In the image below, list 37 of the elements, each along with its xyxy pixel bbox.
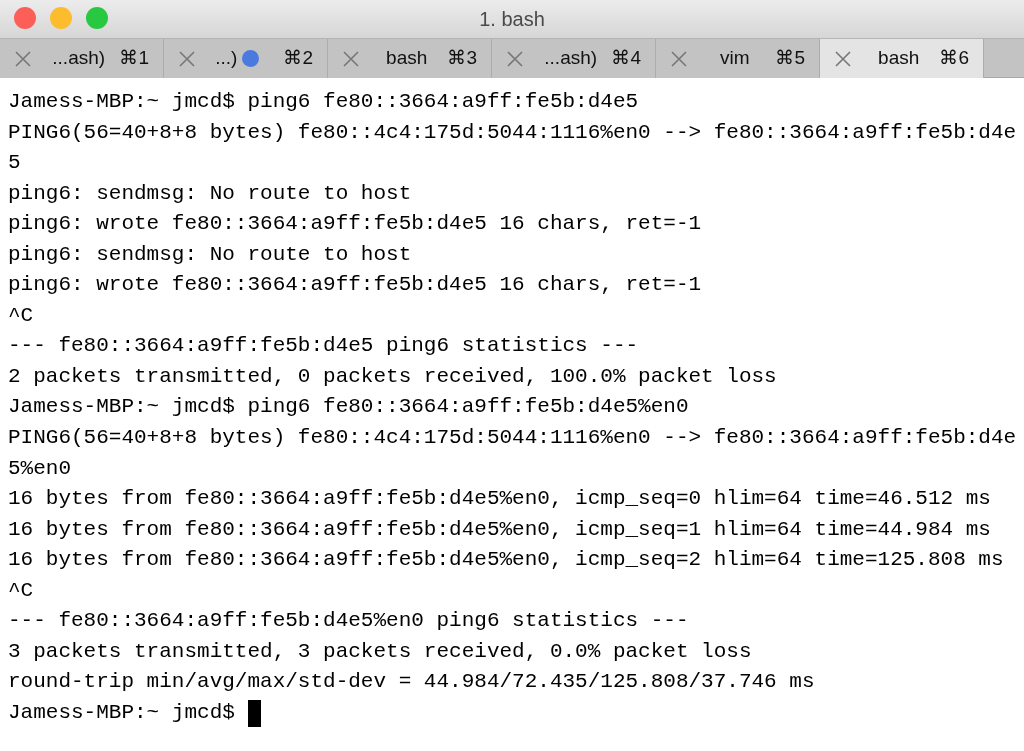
terminal-line: ^C bbox=[8, 577, 34, 604]
terminal-line: 2 packets transmitted, 0 packets received, 100.0% packet loss bbox=[8, 363, 777, 390]
terminal-tab[interactable]: ...ash) ⌘1 bbox=[0, 39, 164, 78]
terminal-line: 16 bytes from fe80::3664:a9ff:fe5b:d4e5%en0, icmp_seq=1 hlim=64 time=44.984 ms bbox=[8, 516, 991, 543]
terminal-line: 3 packets transmitted, 3 packets received, 0.0% packet loss bbox=[8, 638, 752, 665]
terminal-tab[interactable]: bash ⌘6 bbox=[820, 39, 984, 78]
terminal-line: ping6: wrote fe80::3664:a9ff:fe5b:d4e5 16 chars, ret=-1 bbox=[8, 211, 702, 238]
terminal-line: ^C bbox=[8, 302, 34, 329]
terminal-line: ping6: wrote fe80::3664:a9ff:fe5b:d4e5 16 chars, ret=-1 bbox=[8, 272, 702, 299]
terminal-line: --- fe80::3664:a9ff:fe5b:d4e5%en0 ping6 statistics --- bbox=[8, 608, 689, 635]
minimize-button[interactable] bbox=[50, 7, 72, 29]
window-title: 1. bash bbox=[479, 8, 545, 30]
terminal-line: 16 bytes from fe80::3664:a9ff:fe5b:d4e5%en0, icmp_seq=0 hlim=64 time=46.512 ms bbox=[8, 486, 991, 513]
close-icon[interactable] bbox=[178, 49, 196, 68]
terminal-tab[interactable]: bash ⌘3 bbox=[328, 39, 492, 78]
terminal-line: Jamess-MBP:~ jmcd$ ping6 fe80::3664:a9ff:fe5b:d4e5 bbox=[8, 89, 639, 115]
close-icon[interactable] bbox=[14, 49, 32, 68]
terminal-line: Jamess-MBP:~ jmcd$ bbox=[8, 699, 235, 726]
terminal-line: PING6(56=40+8+8 bytes) fe80::4c4:175d:5044:1116%en0 --> fe80::3664:a9ff:fe5b:d4e bbox=[8, 425, 1017, 451]
close-icon[interactable] bbox=[670, 49, 688, 68]
zoom-button[interactable] bbox=[86, 7, 108, 29]
close-icon[interactable] bbox=[506, 49, 524, 68]
terminal-tab[interactable]: vim ⌘5 bbox=[656, 39, 820, 78]
terminal-line: ping6: sendmsg: No route to host bbox=[8, 180, 412, 207]
terminal-line: PING6(56=40+8+8 bytes) fe80::4c4:175d:5044:1116%en0 --> fe80::3664:a9ff:fe5b:d4e bbox=[8, 119, 1017, 146]
close-icon[interactable] bbox=[834, 49, 852, 68]
terminal-line: 5 bbox=[8, 150, 21, 177]
close-button[interactable] bbox=[14, 7, 36, 29]
terminal-tab[interactable]: ...ash) ⌘4 bbox=[492, 39, 656, 78]
close-icon[interactable] bbox=[342, 49, 360, 68]
terminal-line: round-trip min/avg/max/std-dev = 44.984/72.435/125.808/37.746 ms bbox=[8, 669, 815, 696]
terminal-line: Jamess-MBP:~ jmcd$ ping6 fe80::3664:a9ff:fe5b:d4e5%en0 bbox=[8, 394, 689, 421]
terminal-line: 5%en0 bbox=[8, 455, 71, 482]
terminal-line: 16 bytes from fe80::3664:a9ff:fe5b:d4e5%en0, icmp_seq=2 hlim=64 time=125.808 ms bbox=[8, 547, 1004, 574]
terminal-line: ping6: sendmsg: No route to host bbox=[8, 241, 412, 268]
terminal-tab[interactable]: ...) ⌘2 bbox=[164, 39, 328, 78]
terminal-line: --- fe80::3664:a9ff:fe5b:d4e5 ping6 statistics --- bbox=[8, 333, 639, 360]
